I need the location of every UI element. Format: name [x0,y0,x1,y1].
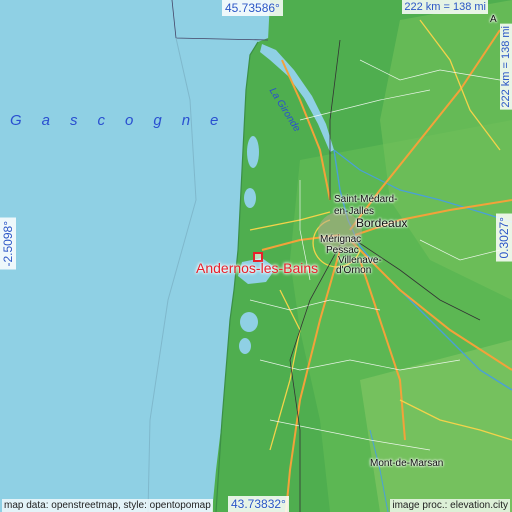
latitude-top-label: 45.73586° [222,0,283,16]
city-saint-medard-1[interactable]: Saint-Médard- [334,194,397,205]
longitude-right-label: 0.3027° [496,214,512,262]
lake-parentis [239,338,251,354]
longitude-left-label: -2.5098° [0,218,16,270]
latitude-bottom-label: 43.73832° [228,496,289,512]
sea-label: Gascogne [10,112,239,129]
city-bordeaux[interactable]: Bordeaux [356,217,407,229]
lake-cazaux [240,312,258,332]
city-merignac[interactable]: Mérignac [320,234,361,245]
scale-vertical: 222 km = 138 mi [500,24,512,110]
lake-hourtin [247,136,259,168]
city-top-right[interactable]: A [490,14,497,25]
city-mont-de-marsan[interactable]: Mont-de-Marsan [370,458,443,469]
map-credit: map data: openstreetmap, style: opentopo… [2,499,213,512]
scale-horizontal: 222 km = 138 mi [402,0,488,14]
lake-lacanau [244,188,256,208]
city-villenave-2[interactable]: d'Ornon [336,265,371,276]
image-credit: image proc.: elevation.city [390,499,510,512]
highlight-city-label[interactable]: Andernos-les-Bains [196,260,318,276]
map-view[interactable]: 45.73586° 43.73832° -2.5098° 0.3027° 222… [0,0,512,512]
